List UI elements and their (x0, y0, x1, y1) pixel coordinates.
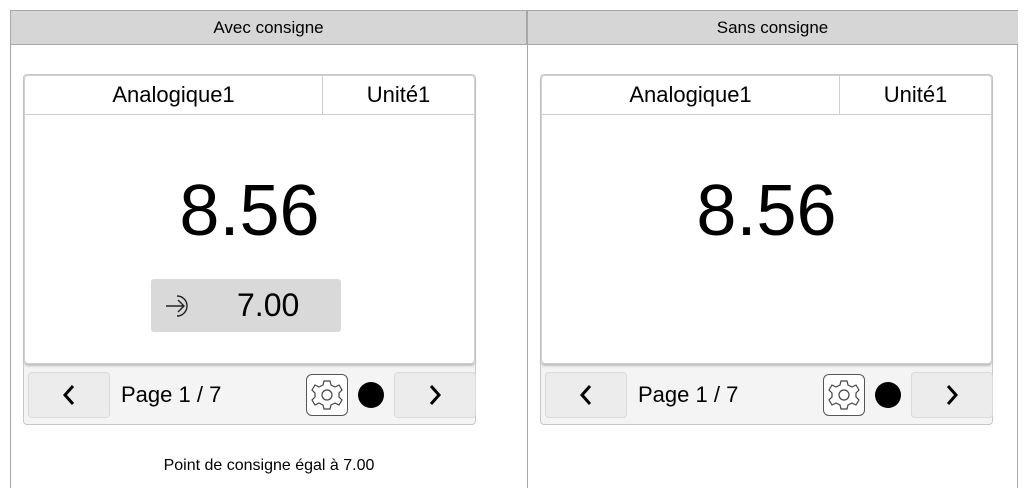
settings-button[interactable] (306, 374, 348, 416)
settings-button[interactable] (823, 374, 865, 416)
channel-name: Analogique1 (25, 76, 323, 114)
previous-page-button[interactable] (545, 372, 627, 418)
title-row: Analogique1 Unité1 (25, 76, 474, 115)
gear-icon (311, 380, 343, 410)
setpoint-box[interactable]: 7.00 (151, 279, 341, 332)
measured-value: 8.56 (696, 171, 837, 251)
header-without-setpoint: Sans consigne (527, 11, 1018, 45)
setpoint-value: 7.00 (237, 287, 300, 323)
channel-name: Analogique1 (542, 76, 840, 114)
device-screen-with-setpoint: Analogique1 Unité1 8.56 7.00 Page 1 / 7 (23, 74, 476, 425)
chevron-right-icon (429, 385, 442, 405)
page-indicator: Page 1 / 7 (121, 382, 222, 407)
column-divider (527, 11, 528, 488)
status-dot (358, 382, 384, 408)
chevron-left-icon (62, 385, 75, 405)
next-page-button[interactable] (911, 372, 993, 418)
next-page-button[interactable] (394, 372, 476, 418)
status-dot (875, 382, 901, 408)
chevron-left-icon (579, 385, 592, 405)
measured-value: 8.56 (179, 171, 320, 251)
setpoint-arrow-icon (166, 295, 188, 317)
navigation-bar: Page 1 / 7 (24, 368, 476, 424)
value-panel: Analogique1 Unité1 8.56 7.00 (24, 75, 475, 364)
title-row: Analogique1 Unité1 (542, 76, 991, 115)
navigation-bar: Page 1 / 7 (541, 368, 993, 424)
channel-unit: Unité1 (366, 82, 431, 107)
value-panel: Analogique1 Unité1 8.56 (541, 75, 992, 364)
channel-unit: Unité1 (883, 82, 948, 107)
device-screen-without-setpoint: Analogique1 Unité1 8.56 Page 1 / 7 (540, 74, 993, 425)
header-with-setpoint: Avec consigne (11, 11, 527, 45)
comparison-table: Avec consigne Sans consigne Analogique1 … (10, 10, 1018, 488)
previous-page-button[interactable] (28, 372, 110, 418)
caption-with-setpoint: Point de consigne égal à 7.00 (163, 457, 375, 474)
gear-icon (828, 380, 860, 410)
page-indicator: Page 1 / 7 (638, 382, 739, 407)
chevron-right-icon (946, 385, 959, 405)
